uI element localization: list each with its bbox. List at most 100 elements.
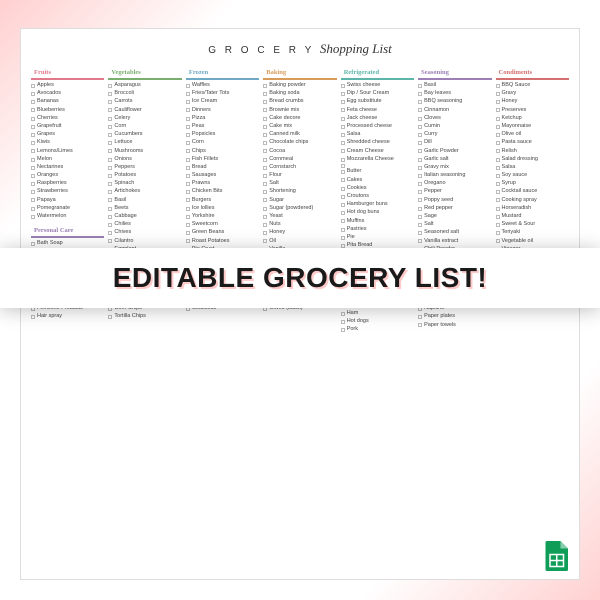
checkbox-icon[interactable] <box>108 174 112 178</box>
checkbox-icon[interactable] <box>108 117 112 121</box>
checkbox-icon[interactable] <box>186 215 190 219</box>
checkbox-icon[interactable] <box>186 117 190 121</box>
checkbox-icon[interactable] <box>496 100 500 104</box>
checkbox-icon[interactable] <box>341 187 345 191</box>
checkbox-icon[interactable] <box>108 108 112 112</box>
checkbox-icon[interactable] <box>341 219 345 223</box>
checkbox-icon[interactable] <box>31 198 35 202</box>
checkbox-icon[interactable] <box>263 92 267 96</box>
checkbox-icon[interactable] <box>31 174 35 178</box>
checkbox-icon[interactable] <box>31 117 35 121</box>
checkbox-icon[interactable] <box>496 158 500 162</box>
checkbox-icon[interactable] <box>186 182 190 186</box>
checkbox-icon[interactable] <box>263 207 267 211</box>
checkbox-icon[interactable] <box>186 108 190 112</box>
checkbox-icon[interactable] <box>263 108 267 112</box>
checkbox-icon[interactable] <box>186 231 190 235</box>
checkbox-icon[interactable] <box>418 207 422 211</box>
checkbox-icon[interactable] <box>418 166 422 170</box>
checkbox-icon[interactable] <box>108 133 112 137</box>
checkbox-icon[interactable] <box>418 174 422 178</box>
checkbox-icon[interactable] <box>108 182 112 186</box>
checkbox-icon[interactable] <box>496 125 500 129</box>
checkbox-icon[interactable] <box>186 141 190 145</box>
checkbox-icon[interactable] <box>108 215 112 219</box>
checkbox-icon[interactable] <box>108 315 112 319</box>
checkbox-icon[interactable] <box>108 141 112 145</box>
checkbox-icon[interactable] <box>186 92 190 96</box>
checkbox-icon[interactable] <box>263 223 267 227</box>
checkbox-icon[interactable] <box>418 117 422 121</box>
checkbox-icon[interactable] <box>496 215 500 219</box>
checkbox-icon[interactable] <box>263 125 267 129</box>
checkbox-icon[interactable] <box>418 198 422 202</box>
checkbox-icon[interactable] <box>341 178 345 182</box>
checkbox-icon[interactable] <box>186 223 190 227</box>
checkbox-icon[interactable] <box>108 239 112 243</box>
checkbox-icon[interactable] <box>186 125 190 129</box>
checkbox-icon[interactable] <box>263 182 267 186</box>
checkbox-icon[interactable] <box>108 149 112 153</box>
checkbox-icon[interactable] <box>108 125 112 129</box>
checkbox-icon[interactable] <box>263 190 267 194</box>
checkbox-icon[interactable] <box>418 84 422 88</box>
checkbox-icon[interactable] <box>418 92 422 96</box>
checkbox-icon[interactable] <box>418 141 422 145</box>
checkbox-icon[interactable] <box>418 223 422 227</box>
checkbox-icon[interactable] <box>108 92 112 96</box>
checkbox-icon[interactable] <box>418 239 422 243</box>
checkbox-icon[interactable] <box>263 100 267 104</box>
checkbox-icon[interactable] <box>341 170 345 174</box>
checkbox-icon[interactable] <box>496 166 500 170</box>
checkbox-icon[interactable] <box>186 174 190 178</box>
checkbox-icon[interactable] <box>341 158 345 162</box>
checkbox-icon[interactable] <box>496 239 500 243</box>
checkbox-icon[interactable] <box>341 133 345 137</box>
checkbox-icon[interactable] <box>31 108 35 112</box>
checkbox-icon[interactable] <box>108 84 112 88</box>
checkbox-icon[interactable] <box>341 92 345 96</box>
checkbox-icon[interactable] <box>341 320 345 324</box>
checkbox-icon[interactable] <box>418 323 422 327</box>
checkbox-icon[interactable] <box>31 149 35 153</box>
checkbox-icon[interactable] <box>418 100 422 104</box>
checkbox-icon[interactable] <box>108 231 112 235</box>
checkbox-icon[interactable] <box>263 158 267 162</box>
checkbox-icon[interactable] <box>31 207 35 211</box>
checkbox-icon[interactable] <box>186 190 190 194</box>
checkbox-icon[interactable] <box>418 158 422 162</box>
checkbox-icon[interactable] <box>341 328 345 332</box>
checkbox-icon[interactable] <box>341 228 345 232</box>
checkbox-icon[interactable] <box>496 198 500 202</box>
checkbox-icon[interactable] <box>186 207 190 211</box>
checkbox-icon[interactable] <box>31 166 35 170</box>
checkbox-icon[interactable] <box>263 133 267 137</box>
checkbox-icon[interactable] <box>186 158 190 162</box>
checkbox-icon[interactable] <box>263 117 267 121</box>
checkbox-icon[interactable] <box>31 158 35 162</box>
checkbox-icon[interactable] <box>341 84 345 88</box>
checkbox-icon[interactable] <box>496 231 500 235</box>
checkbox-icon[interactable] <box>108 158 112 162</box>
checkbox-icon[interactable] <box>341 203 345 207</box>
checkbox-icon[interactable] <box>341 312 345 316</box>
checkbox-icon[interactable] <box>186 198 190 202</box>
checkbox-icon[interactable] <box>31 141 35 145</box>
checkbox-icon[interactable] <box>341 141 345 145</box>
checkbox-icon[interactable] <box>263 198 267 202</box>
checkbox-icon[interactable] <box>263 149 267 153</box>
checkbox-icon[interactable] <box>496 117 500 121</box>
checkbox-icon[interactable] <box>31 125 35 129</box>
checkbox-icon[interactable] <box>496 149 500 153</box>
checkbox-icon[interactable] <box>31 315 35 319</box>
checkbox-icon[interactable] <box>496 108 500 112</box>
checkbox-icon[interactable] <box>341 164 345 168</box>
checkbox-icon[interactable] <box>108 223 112 227</box>
checkbox-icon[interactable] <box>341 125 345 129</box>
checkbox-icon[interactable] <box>186 239 190 243</box>
checkbox-icon[interactable] <box>496 92 500 96</box>
checkbox-icon[interactable] <box>418 215 422 219</box>
checkbox-icon[interactable] <box>496 207 500 211</box>
checkbox-icon[interactable] <box>108 100 112 104</box>
checkbox-icon[interactable] <box>496 141 500 145</box>
